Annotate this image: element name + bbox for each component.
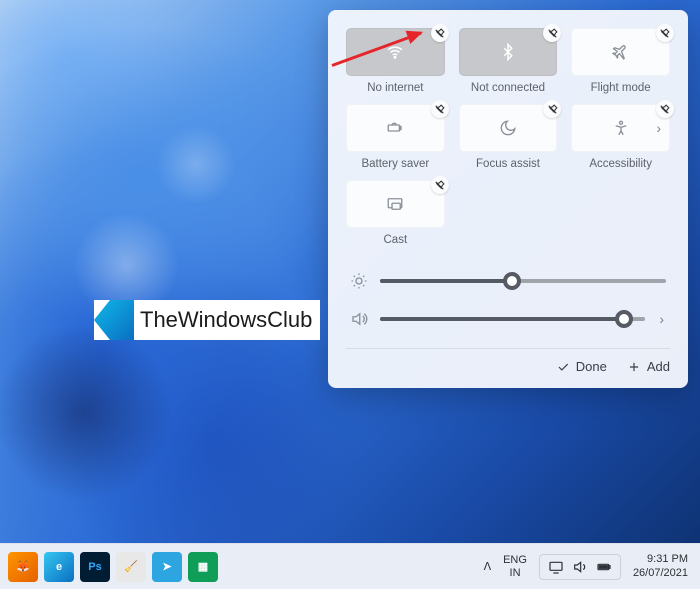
slider-thumb[interactable]	[615, 310, 633, 328]
tile-battery-saver: Battery saver	[346, 104, 445, 170]
airplane-icon	[612, 43, 630, 61]
unpin-icon	[433, 103, 446, 116]
flight-mode-tile[interactable]	[571, 28, 670, 76]
unpin-icon	[546, 103, 559, 116]
tile-label: Not connected	[459, 82, 558, 94]
battery-saver-tile[interactable]	[346, 104, 445, 152]
add-label: Add	[647, 359, 670, 374]
lang-line2: IN	[503, 567, 527, 580]
battery-tray-icon	[596, 559, 612, 575]
tile-wifi: No internet	[346, 28, 445, 94]
volume-icon	[350, 310, 368, 328]
tray-overflow-button[interactable]: ᐱ	[484, 560, 492, 573]
panel-footer: Done Add	[346, 348, 670, 374]
system-tray: ᐱ ENG IN 9:31 PM 26/07/2021	[484, 553, 692, 581]
tile-cast: Cast	[346, 180, 445, 246]
taskbar-apps: 🦊 e Ps 🧹 ➤ ▦	[8, 552, 218, 582]
slider-thumb[interactable]	[503, 272, 521, 290]
done-label: Done	[576, 359, 607, 374]
tile-label: Focus assist	[459, 158, 558, 170]
unpin-icon	[433, 27, 446, 40]
taskbar-app-libre[interactable]: ▦	[188, 552, 218, 582]
volume-row: ›	[346, 300, 670, 338]
bluetooth-icon	[499, 43, 517, 61]
add-button[interactable]: Add	[627, 359, 670, 374]
tile-label: Battery saver	[346, 158, 445, 170]
tile-focus-assist: Focus assist	[459, 104, 558, 170]
tile-label: No internet	[346, 82, 445, 94]
quick-settings-panel: No internet Not connected Flight mode	[328, 10, 688, 388]
done-button[interactable]: Done	[556, 359, 607, 374]
tile-label: Flight mode	[571, 82, 670, 94]
unpin-icon	[433, 179, 446, 192]
accessibility-tile[interactable]: ›	[571, 104, 670, 152]
brightness-icon	[350, 272, 368, 290]
tray-status-group[interactable]	[539, 554, 621, 580]
unpin-icon	[658, 103, 671, 116]
wifi-tile[interactable]	[346, 28, 445, 76]
unpin-button[interactable]	[656, 100, 674, 118]
moon-icon	[499, 119, 517, 137]
volume-slider[interactable]	[380, 317, 645, 321]
clock-date: 26/07/2021	[633, 567, 688, 581]
tile-label: Cast	[346, 234, 445, 246]
battery-saver-icon	[386, 119, 404, 137]
watermark-logo-icon	[94, 300, 134, 340]
tile-flight-mode: Flight mode	[571, 28, 670, 94]
unpin-button[interactable]	[656, 24, 674, 42]
brightness-slider[interactable]	[380, 279, 666, 283]
tile-label: Accessibility	[571, 158, 670, 170]
unpin-button[interactable]	[431, 176, 449, 194]
taskbar-app-telegram[interactable]: ➤	[152, 552, 182, 582]
quick-settings-tiles: No internet Not connected Flight mode	[346, 28, 670, 246]
unpin-button[interactable]	[543, 100, 561, 118]
cast-tile[interactable]	[346, 180, 445, 228]
watermark-text: TheWindowsClub	[140, 307, 312, 333]
taskbar-app-ccleaner[interactable]: 🧹	[116, 552, 146, 582]
chevron-right-icon: ›	[654, 120, 663, 136]
volume-tray-icon	[572, 559, 588, 575]
unpin-icon	[546, 27, 559, 40]
unpin-button[interactable]	[431, 24, 449, 42]
check-icon	[556, 360, 570, 374]
clock[interactable]: 9:31 PM 26/07/2021	[633, 553, 692, 581]
brightness-row	[346, 262, 670, 300]
taskbar: 🦊 e Ps 🧹 ➤ ▦ ᐱ ENG IN 9:31 PM 26/07/2021	[0, 543, 700, 589]
unpin-button[interactable]	[543, 24, 561, 42]
plus-icon	[627, 360, 641, 374]
unpin-button[interactable]	[431, 100, 449, 118]
taskbar-app-photoshop[interactable]: Ps	[80, 552, 110, 582]
network-tray-icon	[548, 559, 564, 575]
tile-bluetooth: Not connected	[459, 28, 558, 94]
unpin-icon	[658, 27, 671, 40]
language-indicator[interactable]: ENG IN	[503, 554, 527, 579]
lang-line1: ENG	[503, 554, 527, 567]
taskbar-app-edge[interactable]: e	[44, 552, 74, 582]
clock-time: 9:31 PM	[633, 553, 688, 567]
watermark: TheWindowsClub	[94, 300, 320, 340]
taskbar-app-firefox[interactable]: 🦊	[8, 552, 38, 582]
cast-icon	[386, 195, 404, 213]
accessibility-icon	[612, 119, 630, 137]
volume-flyout-button[interactable]: ›	[657, 311, 666, 327]
tile-accessibility: › Accessibility	[571, 104, 670, 170]
